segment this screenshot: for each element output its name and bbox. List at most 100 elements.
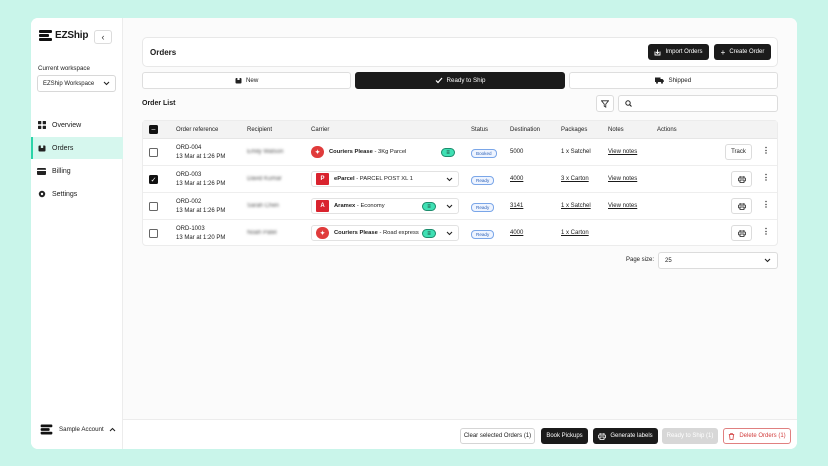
carrier-name: eParcel — [334, 176, 355, 182]
print-label-button[interactable] — [731, 225, 752, 241]
order-date: 13 Mar at 1:26 PM — [176, 207, 226, 214]
chevron-up-icon — [109, 427, 116, 432]
workspace-label: Current workspace — [38, 65, 90, 72]
table-row[interactable]: ORD-004 13 Mar at 1:26 PM Emily Watson ✦… — [143, 139, 777, 166]
carrier-info: Couriers Please - Road express — [334, 230, 419, 236]
tab-new[interactable]: New — [142, 72, 352, 89]
order-reference: ORD-003 13 Mar at 1:26 PM — [176, 171, 225, 188]
table-row[interactable]: ORD-1003 13 Mar at 1:20 PM Noah Patel ✦ … — [143, 220, 777, 247]
track-button[interactable]: Track — [725, 144, 752, 160]
more-options-icon[interactable]: ⋮ — [762, 147, 770, 155]
more-options-icon[interactable]: ⋮ — [762, 228, 770, 236]
app-name: EZShip — [55, 30, 89, 41]
printer-icon — [737, 202, 746, 210]
view-notes-link[interactable]: View notes — [608, 149, 637, 155]
view-notes-link[interactable]: View notes — [608, 203, 637, 209]
table-row[interactable]: ✓ ORD-003 13 Mar at 1:26 PM David Kumar … — [143, 166, 777, 193]
ready-to-ship-button[interactable]: Ready to Ship (1) — [662, 428, 718, 444]
order-reference: ORD-002 13 Mar at 1:26 PM — [176, 198, 225, 215]
clear-selected-label: Clear selected Orders (1) — [463, 433, 532, 439]
track-label: Track — [731, 149, 746, 155]
carrier-service: 3Kg Parcel — [377, 149, 407, 155]
generate-labels-label: Generate labels — [610, 433, 653, 439]
filter-icon — [601, 99, 609, 108]
row-checkbox[interactable] — [149, 202, 158, 211]
column-header-notes: Notes — [608, 127, 624, 133]
column-header-destination: Destination — [510, 127, 541, 133]
delete-orders-button[interactable]: Delete Orders (1) — [723, 428, 791, 444]
row-checkbox[interactable]: ✓ — [149, 175, 158, 184]
row-checkbox[interactable] — [149, 148, 158, 157]
workspace-select[interactable]: EZShip Workspace — [37, 75, 116, 92]
main-content: Orders Import Orders + Create Order New … — [123, 18, 797, 449]
packages: 1 x Satchel — [561, 149, 591, 155]
tab-label: Shipped — [668, 77, 692, 84]
sidebar-item-settings[interactable]: Settings — [31, 183, 123, 205]
column-header-order-reference: Order reference — [176, 127, 219, 133]
order-reference: ORD-004 13 Mar at 1:26 PM — [176, 144, 225, 161]
bulk-actions-bar: Clear selected Orders (1) Book Pickups G… — [123, 419, 797, 449]
more-options-icon[interactable]: ⋮ — [762, 174, 770, 182]
filter-button[interactable] — [596, 95, 614, 112]
destination[interactable]: 4000 — [510, 176, 523, 182]
sidebar-nav: Overview Orders Billing Settings — [31, 114, 123, 206]
printer-icon — [737, 175, 746, 183]
search-input[interactable] — [618, 95, 778, 112]
box-icon — [37, 144, 46, 153]
carrier-select[interactable]: ✦ Couriers Please - Road express ≡ — [311, 225, 459, 241]
packages[interactable]: 1 x Carton — [561, 230, 589, 236]
sidebar-item-orders[interactable]: Orders — [31, 137, 123, 159]
carrier-name: Couriers Please — [334, 230, 378, 236]
print-label-button[interactable] — [731, 198, 752, 214]
destination[interactable]: 3141 — [510, 203, 523, 209]
packages[interactable]: 1 x Satchel — [561, 203, 591, 209]
packages[interactable]: 3 x Carton — [561, 176, 589, 182]
column-header-status: Status — [471, 127, 489, 133]
label-printed-icon: ≡ — [422, 229, 436, 238]
select-all-checkbox[interactable]: – — [149, 125, 158, 134]
carrier-select[interactable]: A Aramex - Economy ≡ — [311, 198, 459, 214]
carrier-info: Aramex - Economy — [334, 203, 385, 209]
box-icon — [235, 78, 242, 84]
page-size-select[interactable]: 25 — [658, 252, 778, 269]
column-header-recipient: Recipient — [247, 127, 273, 133]
truck-icon — [655, 77, 665, 84]
book-pickups-button[interactable]: Book Pickups — [541, 428, 588, 444]
chevron-down-icon — [764, 258, 771, 263]
plus-icon: + — [720, 47, 726, 57]
delete-orders-label: Delete Orders (1) — [739, 433, 786, 439]
column-header-actions: Actions — [657, 127, 677, 133]
tab-shipped[interactable]: Shipped — [568, 72, 778, 89]
gear-icon — [37, 190, 46, 199]
print-label-button[interactable] — [731, 171, 752, 187]
import-orders-button[interactable]: Import Orders — [648, 44, 709, 60]
couriers-please-logo-icon: ✦ — [311, 146, 324, 158]
row-checkbox[interactable] — [149, 229, 158, 238]
printer-icon — [598, 432, 607, 440]
tab-ready-to-ship[interactable]: Ready to Ship — [355, 72, 565, 89]
order-id: ORD-003 — [176, 172, 202, 178]
carrier-name: Aramex — [334, 203, 356, 209]
sidebar-item-label: Settings — [52, 190, 78, 198]
couriers-please-logo-icon: ✦ — [316, 227, 329, 239]
aramex-logo-icon: A — [316, 200, 329, 212]
more-options-icon[interactable]: ⋮ — [762, 201, 770, 209]
table-row[interactable]: ORD-002 13 Mar at 1:26 PM Sarah Chen A A… — [143, 193, 777, 220]
sidebar-item-billing[interactable]: Billing — [31, 160, 123, 182]
destination[interactable]: 4000 — [510, 230, 523, 236]
generate-labels-button[interactable]: Generate labels — [593, 428, 658, 444]
search-icon — [625, 100, 632, 107]
status-tabs: New Ready to Ship Shipped — [142, 72, 778, 89]
clear-selected-button[interactable]: Clear selected Orders (1) — [460, 428, 535, 444]
collapse-sidebar-button[interactable]: ‹ — [94, 30, 112, 44]
import-icon — [655, 49, 661, 55]
create-order-button[interactable]: + Create Order — [714, 44, 771, 60]
carrier-select[interactable]: P eParcel - PARCEL POST XL 1 — [311, 171, 459, 187]
view-notes-link[interactable]: View notes — [608, 176, 637, 182]
sidebar-item-label: Overview — [52, 121, 82, 129]
chevron-left-icon: ‹ — [101, 32, 105, 42]
account-switcher[interactable]: Sample Account — [40, 424, 116, 435]
status-badge: Ready — [471, 203, 495, 212]
order-id: ORD-004 — [176, 145, 202, 151]
sidebar-item-overview[interactable]: Overview — [31, 114, 123, 136]
